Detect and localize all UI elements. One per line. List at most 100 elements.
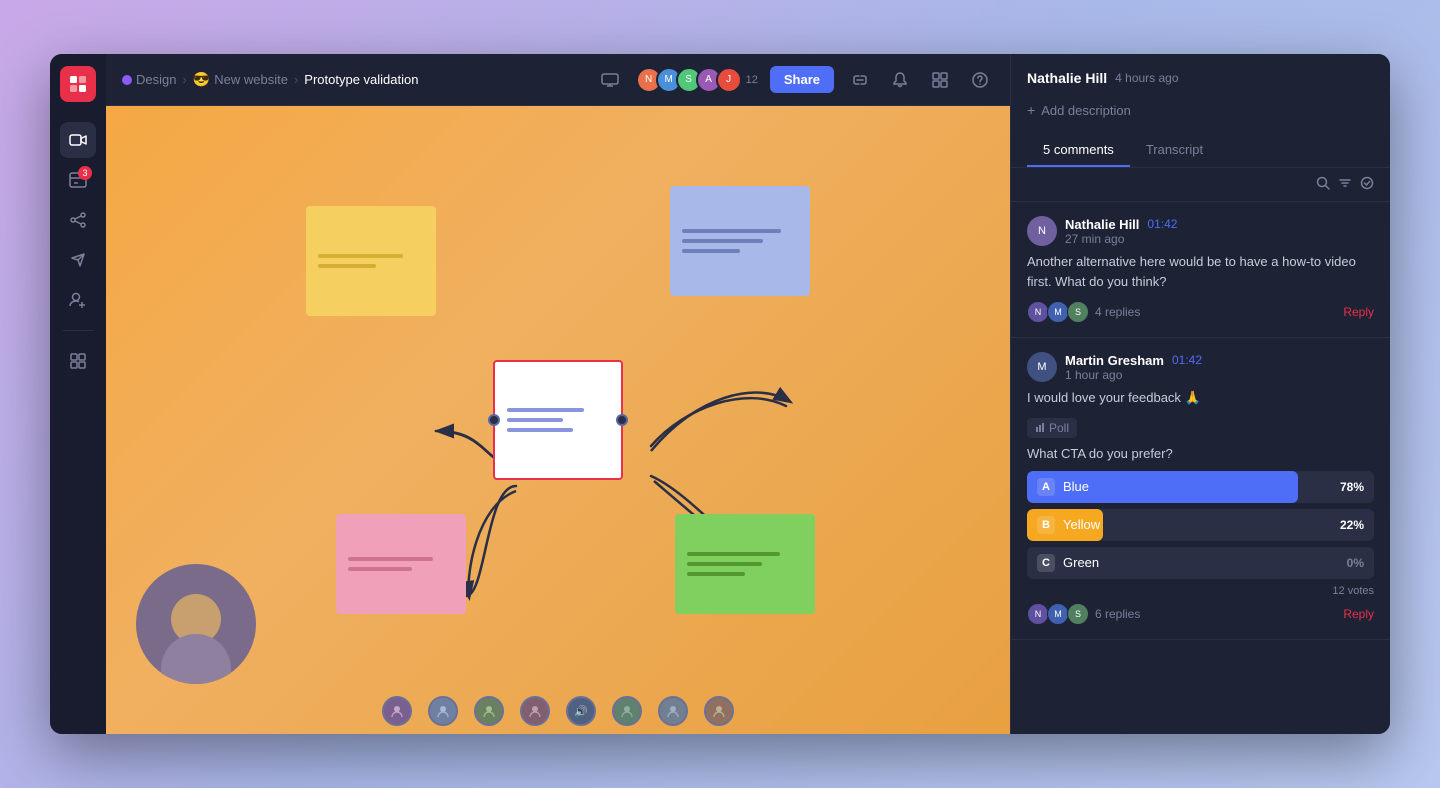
screen-icon[interactable] — [596, 66, 624, 94]
person-body — [161, 634, 231, 684]
note-line — [348, 567, 412, 571]
breadcrumb-design[interactable]: Design — [122, 72, 176, 87]
poll-option-a-inner: A Blue 78% — [1027, 471, 1374, 503]
project-emoji: 😎 — [193, 71, 210, 88]
strip-avatar-8 — [704, 696, 734, 726]
comment-text-2: I would love your feedback 🙏 — [1027, 388, 1374, 408]
poll-label-text: Poll — [1049, 421, 1069, 435]
canvas-container[interactable]: 🔊 — [106, 106, 1010, 734]
sidebar-item-inbox[interactable]: 3 — [60, 162, 96, 198]
note-line — [682, 249, 740, 253]
poll-option-a[interactable]: A Blue 78% — [1027, 471, 1374, 503]
help-icon[interactable] — [966, 66, 994, 94]
comment-block-2: M Martin Gresham 01:42 1 hour ago I woul… — [1011, 338, 1390, 640]
sticky-note-yellow[interactable] — [306, 206, 436, 316]
tab-transcript[interactable]: Transcript — [1130, 134, 1219, 167]
panel-username: Nathalie Hill — [1027, 70, 1107, 86]
reply-avatar-1b: M — [1047, 301, 1069, 323]
share-button[interactable]: Share — [770, 66, 834, 93]
header: Design › 😎 New website › Prototype valid… — [106, 54, 1010, 106]
canvas[interactable]: 🔊 — [106, 106, 1010, 734]
app-logo[interactable] — [60, 66, 96, 102]
sidebar-item-share[interactable] — [60, 202, 96, 238]
poll-option-b[interactable]: B Yellow 22% — [1027, 509, 1374, 541]
strip-avatar-4 — [520, 696, 550, 726]
poll-pct-c: 0% — [1347, 556, 1364, 570]
comment-block-1: N Nathalie Hill 01:42 27 min ago Another… — [1011, 202, 1390, 338]
sticky-note-green[interactable] — [675, 514, 815, 614]
note-line — [687, 552, 780, 556]
strip-avatar-1 — [382, 696, 412, 726]
breadcrumb-sep-1: › — [182, 72, 186, 87]
poll-option-b-content: B Yellow 22% — [1027, 516, 1374, 534]
add-desc-label: Add description — [1041, 103, 1131, 118]
breadcrumb-project-label: New website — [214, 72, 288, 87]
replies-count-1: 4 replies — [1095, 305, 1140, 319]
sidebar-item-grid[interactable] — [60, 343, 96, 379]
note-line — [507, 408, 584, 412]
reply-button-1[interactable]: Reply — [1343, 305, 1374, 319]
add-description-button[interactable]: + Add description — [1027, 98, 1374, 122]
reply-button-2[interactable]: Reply — [1343, 607, 1374, 621]
poll-letter-c: C — [1037, 554, 1055, 572]
replies-count-2: 6 replies — [1095, 607, 1140, 621]
reply-avatar-1c: S — [1067, 301, 1089, 323]
comment-age-1: 27 min ago — [1065, 232, 1177, 246]
grid-icon[interactable] — [926, 66, 954, 94]
comment-age-2: 1 hour ago — [1065, 368, 1202, 382]
app-window: 3 — [50, 54, 1390, 734]
search-icon[interactable] — [1316, 176, 1330, 193]
breadcrumb-page[interactable]: Prototype validation — [304, 72, 418, 87]
poll-option-c[interactable]: C Green 0% — [1027, 547, 1374, 579]
comment-footer-2: N M S 6 replies Reply — [1027, 603, 1374, 625]
breadcrumb-sep-2: › — [294, 72, 298, 87]
breadcrumb-page-label: Prototype validation — [304, 72, 418, 87]
comment-text-1: Another alternative here would be to hav… — [1027, 252, 1374, 291]
poll-container: Poll What CTA do you prefer? A Blue 78% — [1027, 418, 1374, 597]
right-panel: Nathalie Hill 4 hours ago + Add descript… — [1010, 54, 1390, 734]
reply-avatar-2b: M — [1047, 603, 1069, 625]
connector-dot-left[interactable] — [488, 414, 500, 426]
panel-title-row: Nathalie Hill 4 hours ago — [1027, 70, 1374, 86]
participants-stack: N M S A J 12 — [636, 67, 758, 93]
video-participant — [136, 564, 256, 684]
poll-letter-a: A — [1037, 478, 1055, 496]
comment-meta-2: Martin Gresham 01:42 1 hour ago — [1065, 353, 1202, 382]
participant-5: J — [716, 67, 742, 93]
sidebar-item-video[interactable] — [60, 122, 96, 158]
poll-option-c-label: Green — [1063, 555, 1347, 570]
sort-icon[interactable] — [1338, 176, 1352, 193]
comment-avatar-1: N — [1027, 216, 1057, 246]
note-line — [682, 239, 763, 243]
tab-comments[interactable]: 5 comments — [1027, 134, 1130, 167]
sidebar-item-add-user[interactable] — [60, 282, 96, 318]
strip-avatar-7 — [658, 696, 688, 726]
reply-avatar-1a: N — [1027, 301, 1049, 323]
breadcrumb-project[interactable]: 😎 New website — [193, 71, 288, 88]
participant-count: 12 — [746, 74, 758, 86]
breadcrumb: Design › 😎 New website › Prototype valid… — [122, 71, 588, 88]
note-line — [507, 428, 573, 432]
panel-search-row — [1011, 168, 1390, 202]
strip-avatar-6 — [612, 696, 642, 726]
sticky-note-center[interactable] — [493, 360, 623, 480]
sticky-note-blue[interactable] — [670, 186, 810, 296]
comments-list: N Nathalie Hill 01:42 27 min ago Another… — [1011, 202, 1390, 734]
sidebar: 3 — [50, 54, 106, 734]
note-line — [318, 264, 376, 268]
comment-avatar-2: M — [1027, 352, 1057, 382]
panel-header: Nathalie Hill 4 hours ago + Add descript… — [1011, 54, 1390, 168]
poll-option-b-label: Yellow — [1063, 517, 1340, 532]
comment-header-1: N Nathalie Hill 01:42 27 min ago — [1027, 216, 1374, 246]
poll-option-c-inner: C Green 0% — [1027, 547, 1374, 579]
link-icon[interactable] — [846, 66, 874, 94]
check-icon[interactable] — [1360, 176, 1374, 193]
plus-icon: + — [1027, 102, 1035, 118]
bell-icon[interactable] — [886, 66, 914, 94]
connector-dot-right[interactable] — [616, 414, 628, 426]
sidebar-item-send[interactable] — [60, 242, 96, 278]
panel-tabs: 5 comments Transcript — [1027, 134, 1374, 167]
note-line — [682, 229, 781, 233]
poll-option-b-inner: B Yellow 22% — [1027, 509, 1374, 541]
sticky-note-pink[interactable] — [336, 514, 466, 614]
